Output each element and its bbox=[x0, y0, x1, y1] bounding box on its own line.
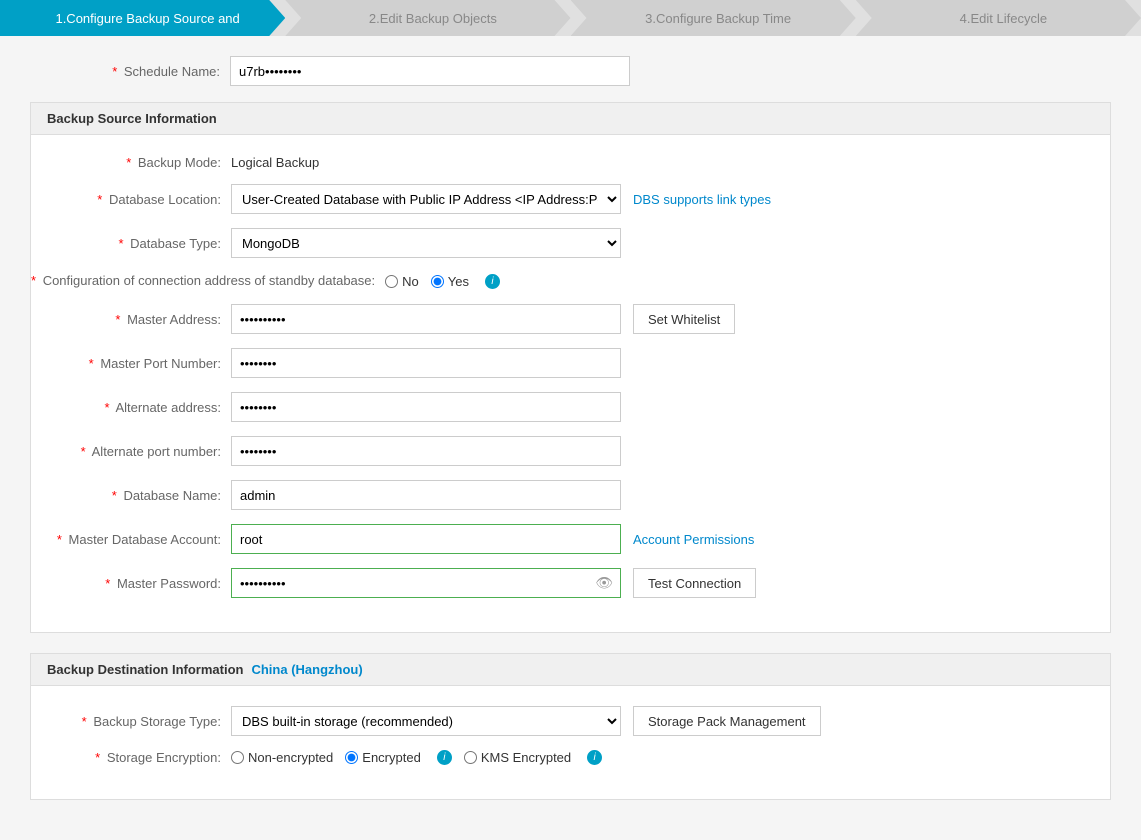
non-encrypted-radio[interactable] bbox=[231, 751, 244, 764]
step-3[interactable]: 3.Configure Backup Time bbox=[571, 0, 856, 36]
main-content: * Schedule Name: Backup Source Informati… bbox=[0, 36, 1141, 840]
backup-destination-header: Backup Destination Information China (Ha… bbox=[31, 654, 1110, 686]
eye-icon[interactable]: 👁 bbox=[595, 575, 613, 592]
master-account-input[interactable]: root bbox=[231, 524, 621, 554]
backup-destination-section: Backup Destination Information China (Ha… bbox=[30, 653, 1111, 800]
master-port-label: * Master Port Number: bbox=[31, 356, 231, 371]
standby-info-icon[interactable]: i bbox=[485, 274, 500, 289]
step-3-label: 3.Configure Backup Time bbox=[645, 11, 791, 26]
alt-port-input[interactable] bbox=[231, 436, 621, 466]
kms-encrypted-option[interactable]: KMS Encrypted bbox=[464, 750, 571, 765]
encrypted-radio[interactable] bbox=[345, 751, 358, 764]
encrypted-label: Encrypted bbox=[362, 750, 421, 765]
master-port-input[interactable] bbox=[231, 348, 621, 378]
encrypted-option[interactable]: Encrypted bbox=[345, 750, 421, 765]
storage-type-row: * Backup Storage Type: DBS built-in stor… bbox=[31, 706, 1110, 736]
kms-info-icon[interactable]: i bbox=[587, 750, 602, 765]
alt-port-row: * Alternate port number: bbox=[31, 436, 1110, 466]
kms-encrypted-label: KMS Encrypted bbox=[481, 750, 571, 765]
encryption-row: * Storage Encryption: Non-encrypted Encr… bbox=[31, 750, 1110, 765]
step-1[interactable]: 1.Configure Backup Source and bbox=[0, 0, 285, 36]
backup-source-body: * Backup Mode: Logical Backup * Database… bbox=[31, 135, 1110, 632]
master-address-label: * Master Address: bbox=[31, 312, 231, 327]
schedule-name-label: * Schedule Name: bbox=[30, 64, 230, 79]
db-type-select[interactable]: MongoDB bbox=[231, 228, 621, 258]
backup-source-section: Backup Source Information * Backup Mode:… bbox=[30, 102, 1111, 633]
standby-no-option[interactable]: No bbox=[385, 274, 419, 289]
password-container: 👁 bbox=[231, 568, 621, 598]
storage-type-select[interactable]: DBS built-in storage (recommended) bbox=[231, 706, 621, 736]
region-text: China (Hangzhou) bbox=[251, 662, 362, 677]
standby-yes-radio[interactable] bbox=[431, 275, 444, 288]
encrypted-info-icon[interactable]: i bbox=[437, 750, 452, 765]
step-4-label: 4.Edit Lifecycle bbox=[960, 11, 1047, 26]
master-password-label: * Master Password: bbox=[31, 576, 231, 591]
master-password-row: * Master Password: 👁 Test Connection bbox=[31, 568, 1110, 598]
backup-destination-body: * Backup Storage Type: DBS built-in stor… bbox=[31, 686, 1110, 799]
schedule-name-row: * Schedule Name: bbox=[30, 56, 1111, 86]
backup-mode-label: * Backup Mode: bbox=[31, 155, 231, 170]
step-4[interactable]: 4.Edit Lifecycle bbox=[856, 0, 1141, 36]
standby-row: * Configuration of connection address of… bbox=[31, 272, 1110, 290]
master-address-input[interactable] bbox=[231, 304, 621, 334]
db-location-row: * Database Location: User-Created Databa… bbox=[31, 184, 1110, 214]
account-permissions-link[interactable]: Account Permissions bbox=[633, 532, 754, 547]
step-2-label: 2.Edit Backup Objects bbox=[369, 11, 497, 26]
master-account-row: * Master Database Account: root Account … bbox=[31, 524, 1110, 554]
dbs-link[interactable]: DBS supports link types bbox=[633, 192, 771, 207]
standby-no-radio[interactable] bbox=[385, 275, 398, 288]
standby-radio-group: No Yes i bbox=[385, 274, 500, 289]
non-encrypted-label: Non-encrypted bbox=[248, 750, 333, 765]
backup-source-header: Backup Source Information bbox=[31, 103, 1110, 135]
encryption-label: * Storage Encryption: bbox=[31, 750, 231, 765]
set-whitelist-button[interactable]: Set Whitelist bbox=[633, 304, 735, 334]
db-name-input[interactable]: admin bbox=[231, 480, 621, 510]
progress-bar: 1.Configure Backup Source and 2.Edit Bac… bbox=[0, 0, 1141, 36]
non-encrypted-option[interactable]: Non-encrypted bbox=[231, 750, 333, 765]
alt-address-row: * Alternate address: bbox=[31, 392, 1110, 422]
standby-label: * Configuration of connection address of… bbox=[31, 272, 385, 290]
storage-type-label: * Backup Storage Type: bbox=[31, 714, 231, 729]
alt-address-input[interactable] bbox=[231, 392, 621, 422]
kms-encrypted-radio[interactable] bbox=[464, 751, 477, 764]
alt-address-label: * Alternate address: bbox=[31, 400, 231, 415]
standby-no-label: No bbox=[402, 274, 419, 289]
db-type-row: * Database Type: MongoDB bbox=[31, 228, 1110, 258]
test-connection-button[interactable]: Test Connection bbox=[633, 568, 756, 598]
db-location-label: * Database Location: bbox=[31, 192, 231, 207]
storage-pack-button[interactable]: Storage Pack Management bbox=[633, 706, 821, 736]
step-1-label: 1.Configure Backup Source and bbox=[55, 11, 239, 26]
schedule-name-input[interactable] bbox=[230, 56, 630, 86]
db-name-row: * Database Name: admin bbox=[31, 480, 1110, 510]
standby-yes-label: Yes bbox=[448, 274, 469, 289]
backup-mode-value: Logical Backup bbox=[231, 155, 319, 170]
backup-mode-row: * Backup Mode: Logical Backup bbox=[31, 155, 1110, 170]
db-name-label: * Database Name: bbox=[31, 488, 231, 503]
master-password-input[interactable] bbox=[231, 568, 621, 598]
db-location-select[interactable]: User-Created Database with Public IP Add… bbox=[231, 184, 621, 214]
step-2[interactable]: 2.Edit Backup Objects bbox=[285, 0, 570, 36]
master-address-row: * Master Address: Set Whitelist bbox=[31, 304, 1110, 334]
master-account-label: * Master Database Account: bbox=[31, 532, 231, 547]
encryption-radio-group: Non-encrypted Encrypted i KMS Encrypted … bbox=[231, 750, 602, 765]
alt-port-label: * Alternate port number: bbox=[31, 444, 231, 459]
standby-yes-option[interactable]: Yes bbox=[431, 274, 469, 289]
db-type-label: * Database Type: bbox=[31, 236, 231, 251]
master-port-row: * Master Port Number: bbox=[31, 348, 1110, 378]
